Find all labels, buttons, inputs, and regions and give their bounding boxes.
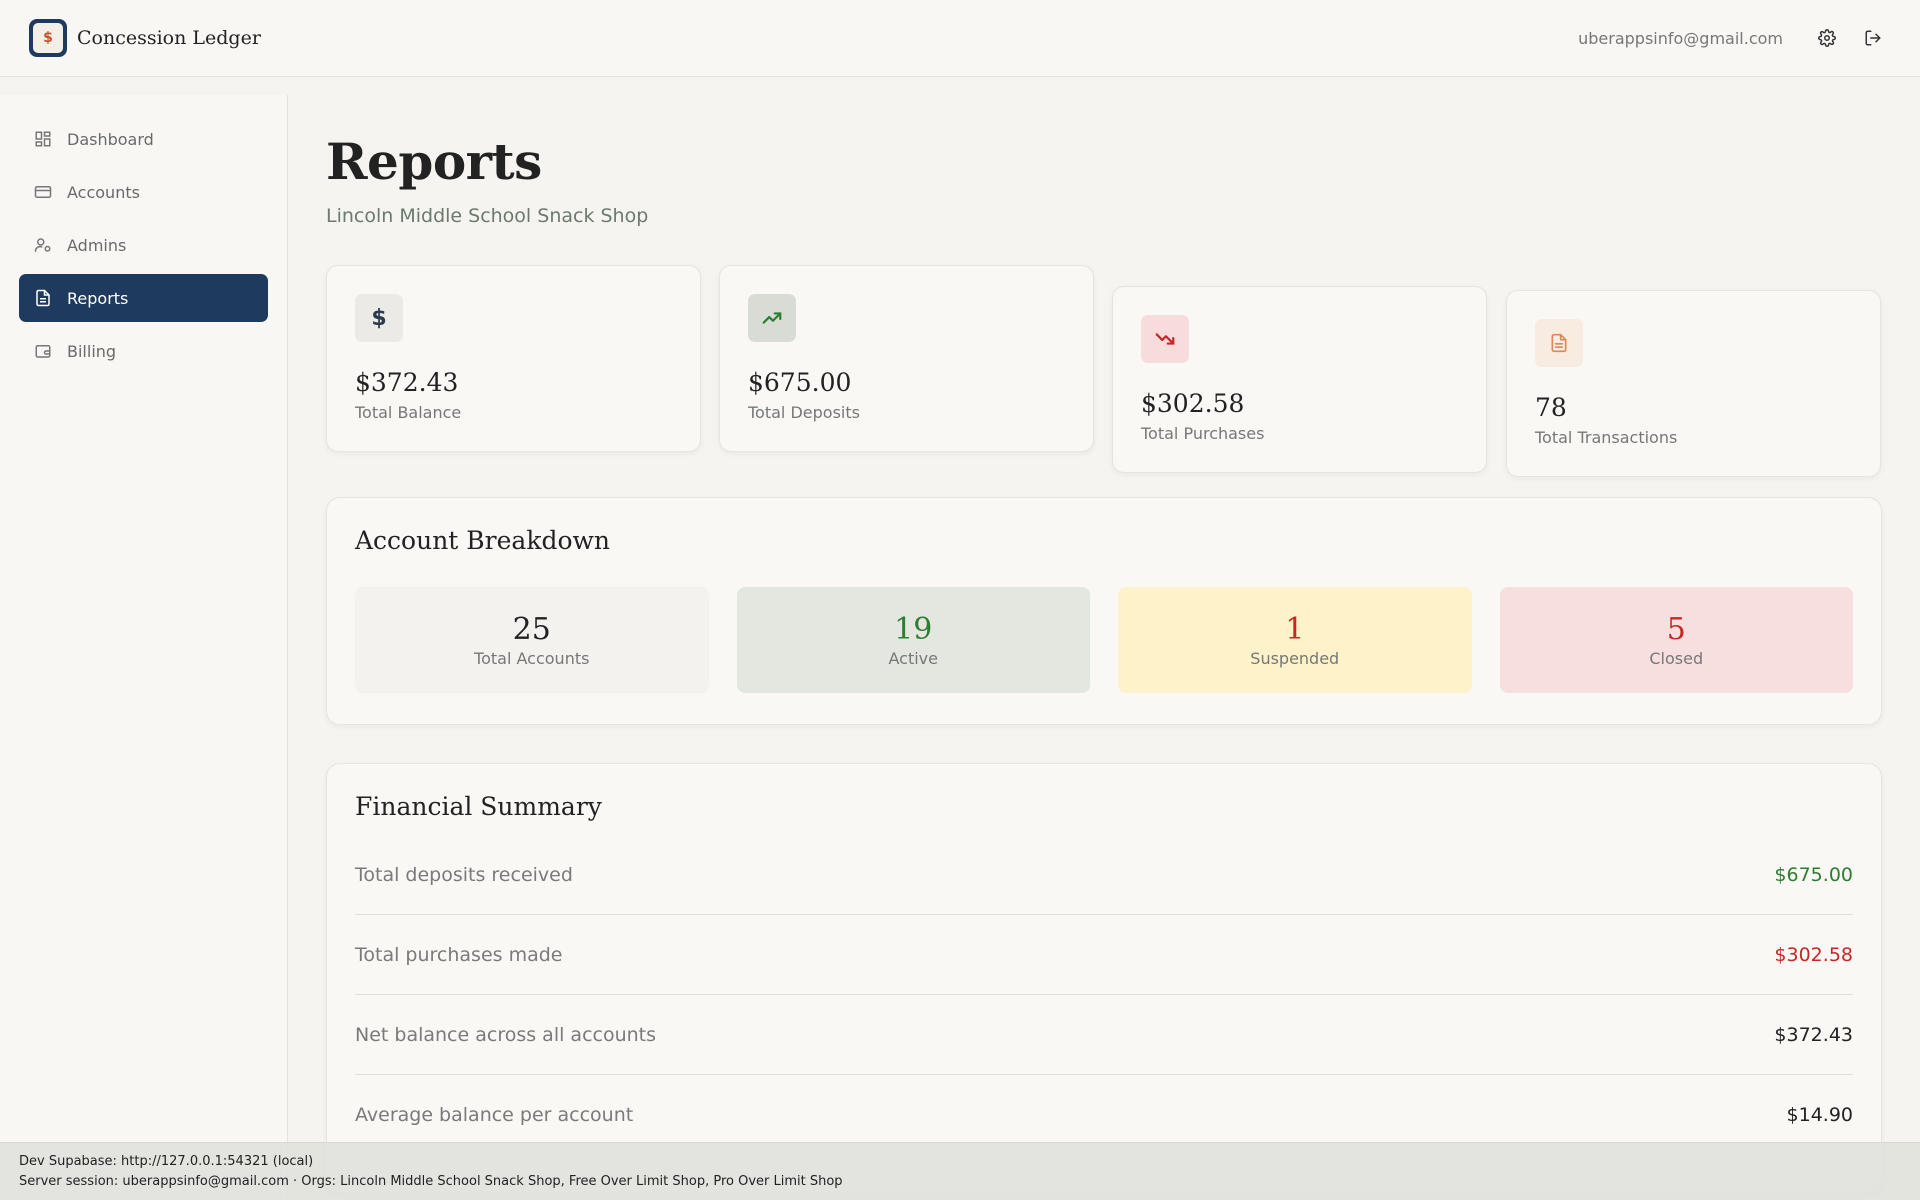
trending-up-icon: [748, 294, 796, 342]
sidebar-item-label: Accounts: [67, 182, 140, 202]
stat-cards: $ $372.43 Total Balance $675.00 Total De…: [326, 265, 1882, 485]
sidebar: Dashboard Accounts Admins Reports Billin…: [0, 95, 288, 1200]
logo-icon: $: [33, 23, 63, 53]
breakdown-label: Total Accounts: [474, 649, 590, 668]
dev-supabase-url: Dev Supabase: http://127.0.0.1:54321 (lo…: [19, 1154, 314, 1169]
breakdown-value: 25: [512, 612, 551, 647]
stat-label: Total Balance: [355, 403, 462, 422]
dashboard-grid-icon: [33, 129, 53, 149]
sidebar-item-label: Dashboard: [67, 129, 154, 149]
credit-card-icon: [33, 182, 53, 202]
breakdown-label: Closed: [1649, 649, 1704, 668]
stat-label: Total Deposits: [748, 403, 860, 422]
stat-card-total-deposits: $675.00 Total Deposits: [719, 265, 1094, 452]
summary-row: Total purchases made $302.58: [355, 915, 1853, 995]
breakdown-suspended: 1 Suspended: [1118, 587, 1472, 693]
breakdown-closed: 5 Closed: [1499, 587, 1853, 693]
account-breakdown-panel: Account Breakdown 25 Total Accounts 19 A…: [326, 497, 1882, 725]
stat-value: 78: [1535, 393, 1567, 422]
summary-value: $302.58: [1774, 943, 1853, 966]
breakdown-row: 25 Total Accounts 19 Active 1 Suspended …: [355, 587, 1853, 693]
sidebar-item-reports[interactable]: Reports: [19, 274, 268, 322]
summary-row: Total deposits received $675.00: [355, 835, 1853, 915]
stat-value: $302.58: [1141, 389, 1245, 418]
breakdown-total-accounts: 25 Total Accounts: [355, 587, 709, 693]
gear-icon: [1818, 29, 1836, 47]
trending-down-icon: [1141, 315, 1189, 363]
summary-value: $675.00: [1774, 863, 1853, 886]
panel-title: Financial Summary: [355, 792, 602, 821]
sidebar-item-label: Reports: [67, 288, 129, 308]
brand-name: Concession Ledger: [77, 27, 261, 49]
document-icon: [33, 288, 53, 308]
summary-label: Net balance across all accounts: [355, 1023, 657, 1046]
main-content: Reports Lincoln Middle School Snack Shop…: [326, 95, 1882, 1193]
breakdown-value: 19: [894, 612, 933, 647]
dollar-icon: $: [355, 294, 403, 342]
logout-button[interactable]: [1855, 20, 1891, 56]
breakdown-value: 5: [1666, 612, 1686, 647]
summary-label: Total purchases made: [355, 943, 563, 966]
dev-server-session: Server session: uberappsinfo@gmail.com ·…: [19, 1174, 843, 1189]
logout-icon: [1865, 30, 1881, 46]
summary-row: Net balance across all accounts $372.43: [355, 995, 1853, 1075]
user-gear-icon: [33, 235, 53, 255]
stat-card-total-balance: $ $372.43 Total Balance: [326, 265, 701, 452]
stat-card-total-purchases: $302.58 Total Purchases: [1112, 286, 1487, 473]
file-text-icon: [1535, 319, 1583, 367]
stat-label: Total Purchases: [1141, 424, 1265, 443]
panel-title: Account Breakdown: [355, 526, 611, 555]
sidebar-item-accounts[interactable]: Accounts: [19, 168, 268, 216]
sidebar-item-dashboard[interactable]: Dashboard: [19, 115, 268, 163]
user-email: uberappsinfo@gmail.com: [1578, 28, 1783, 48]
sidebar-item-label: Billing: [67, 341, 117, 361]
dev-info-bar: Dev Supabase: http://127.0.0.1:54321 (lo…: [0, 1142, 1920, 1200]
stat-label: Total Transactions: [1535, 428, 1678, 447]
sidebar-item-admins[interactable]: Admins: [19, 221, 268, 269]
breakdown-label: Suspended: [1250, 649, 1340, 668]
page-title: Reports: [326, 132, 542, 191]
summary-value: $14.90: [1786, 1104, 1853, 1126]
sidebar-item-label: Admins: [67, 235, 127, 255]
summary-label: Total deposits received: [355, 863, 573, 886]
wallet-icon: [33, 341, 53, 361]
app-logo[interactable]: $: [29, 19, 67, 57]
stat-value: $372.43: [355, 368, 459, 397]
financial-summary-panel: Financial Summary Total deposits receive…: [326, 763, 1882, 1193]
header-actions: uberappsinfo@gmail.com: [1578, 20, 1891, 56]
breakdown-label: Active: [888, 649, 939, 668]
settings-button[interactable]: [1809, 20, 1845, 56]
page-subtitle: Lincoln Middle School Snack Shop: [326, 205, 649, 227]
summary-value: $372.43: [1774, 1023, 1853, 1046]
breakdown-value: 1: [1285, 612, 1305, 647]
summary-label: Average balance per account: [355, 1104, 634, 1126]
stat-card-total-transactions: 78 Total Transactions: [1506, 290, 1881, 477]
stat-value: $675.00: [748, 368, 852, 397]
sidebar-item-billing[interactable]: Billing: [19, 327, 268, 375]
top-bar: $ Concession Ledger uberappsinfo@gmail.c…: [0, 0, 1920, 77]
breakdown-active: 19 Active: [736, 587, 1090, 693]
